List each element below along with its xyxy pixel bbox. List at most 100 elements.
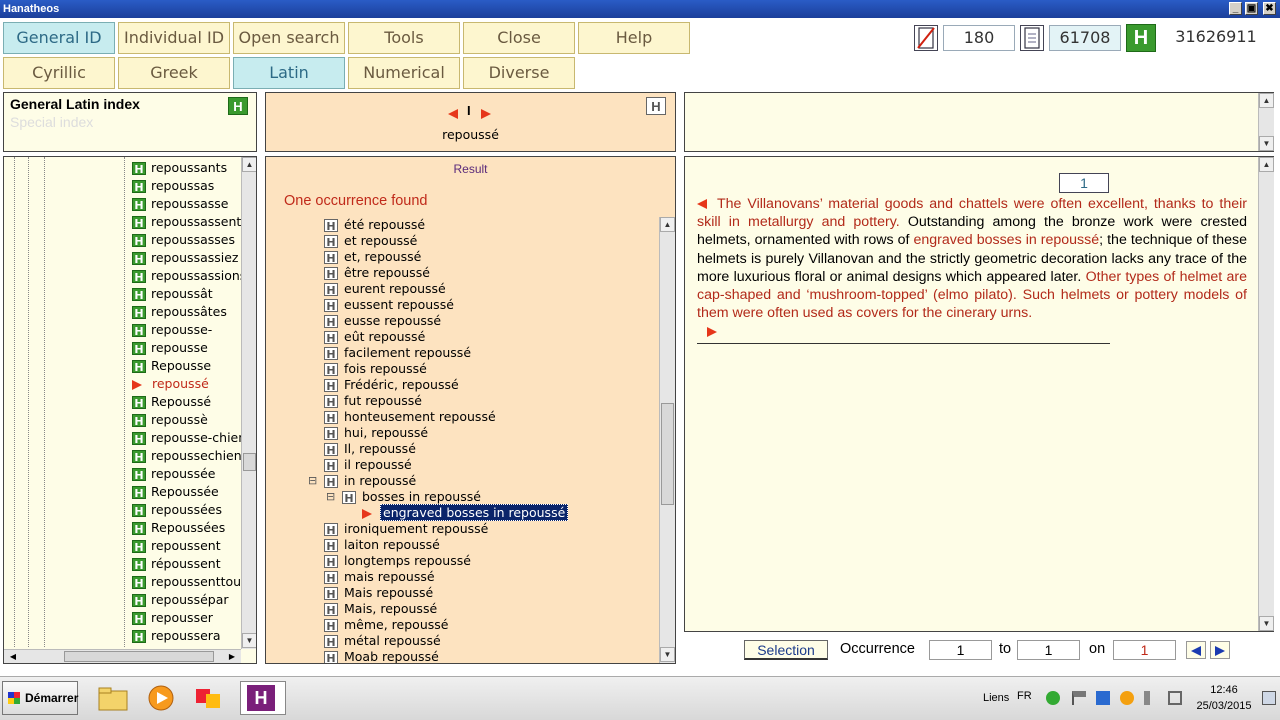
result-item[interactable]: Hmétal repoussé (324, 633, 441, 649)
result-item[interactable]: H Frédéric, repoussé (324, 377, 459, 393)
result-item[interactable]: Hhui, repoussé (324, 425, 428, 441)
scroll-up-icon[interactable]: ▲ (242, 157, 256, 172)
result-item[interactable]: Heusse repoussé (324, 313, 441, 329)
result-item[interactable]: Hlongtemps repoussé (324, 553, 471, 569)
index-title[interactable]: General Latin index (10, 96, 140, 112)
network-icon[interactable] (1096, 691, 1110, 705)
next-occurrence-icon[interactable] (707, 326, 717, 337)
scroll-up-icon[interactable]: ▲ (1259, 93, 1274, 108)
media-player-icon[interactable] (144, 683, 178, 713)
folder-icon[interactable] (96, 683, 130, 713)
scroll-up-icon[interactable]: ▲ (1259, 157, 1274, 172)
result-item[interactable]: Heurent repoussé (324, 281, 446, 297)
prev-occurrence-icon[interactable] (697, 199, 707, 210)
tab-individual-id[interactable]: Individual ID (118, 22, 230, 54)
result-item[interactable]: Heût repoussé (324, 329, 425, 345)
collapse-icon[interactable]: ⊟ (308, 473, 317, 489)
list-item[interactable]: Hrepoussassions (132, 267, 242, 285)
result-scrollbar[interactable]: ▲ ▼ (659, 217, 675, 663)
list-item[interactable]: Hrepoussent (132, 537, 221, 555)
subtab-latin[interactable]: Latin (233, 57, 345, 89)
prev-page-button[interactable] (1186, 641, 1206, 659)
scroll-left-icon[interactable]: ◀ (6, 651, 20, 663)
list-item[interactable]: Hrepoussâtes (132, 303, 227, 321)
list-item[interactable]: Hrepoussasse (132, 195, 228, 213)
scroll-down-icon[interactable]: ▼ (1259, 616, 1274, 631)
scroll-down-icon[interactable]: ▼ (242, 633, 256, 648)
word-list-scrollbar[interactable]: ▲ ▼ (241, 157, 256, 649)
result-item[interactable]: Hêtre repoussé (324, 265, 430, 281)
scroll-down-icon[interactable]: ▼ (1259, 136, 1274, 151)
list-item[interactable]: Hrepoussât (132, 285, 213, 303)
result-item[interactable]: H Mais repoussé (324, 585, 433, 601)
scroll-right-icon[interactable]: ▶ (225, 651, 239, 663)
list-item[interactable]: Hrepoussées (132, 501, 222, 519)
scroll-thumb[interactable] (243, 453, 256, 471)
result-item[interactable]: H Il, repoussé (324, 441, 416, 457)
list-item[interactable]: Hrepoussechien (132, 447, 242, 465)
scroll-up-icon[interactable]: ▲ (660, 217, 675, 232)
result-item[interactable]: Hfut repoussé (324, 393, 422, 409)
minimize-button[interactable]: _ (1229, 2, 1242, 15)
list-item[interactable]: H Repousse (132, 357, 211, 375)
list-item[interactable]: Hrepousse (132, 339, 208, 357)
subtab-greek[interactable]: Greek (118, 57, 230, 89)
result-item[interactable]: Hmême, repoussé (324, 617, 448, 633)
selection-button[interactable]: Selection (744, 640, 828, 660)
list-item[interactable]: Hrepoussera (132, 627, 221, 645)
result-item[interactable]: Hhonteusement repoussé (324, 409, 496, 425)
occurrence-from-input[interactable]: 1 (929, 640, 992, 660)
subtab-numerical[interactable]: Numerical (348, 57, 460, 89)
tab-close[interactable]: Close (463, 22, 575, 54)
list-item[interactable]: Hrepoussè (132, 411, 208, 429)
collapse-icon[interactable]: ⊟ (326, 489, 335, 505)
list-item[interactable]: Hrepousser (132, 609, 213, 627)
result-item[interactable]: Hironiquement repoussé (324, 521, 488, 537)
list-item[interactable]: Hrepoussenttout (132, 573, 242, 591)
list-item[interactable]: Hrépoussent (132, 555, 221, 573)
prev-word-icon[interactable] (448, 109, 458, 119)
result-item[interactable]: Hmais repoussé (324, 569, 435, 585)
start-button[interactable]: Démarrer (2, 681, 78, 715)
tab-help[interactable]: Help (578, 22, 690, 54)
show-desktop-icon[interactable] (1262, 691, 1276, 705)
scroll-thumb[interactable] (661, 403, 674, 505)
result-item[interactable]: H Mais, repoussé (324, 601, 437, 617)
h-icon[interactable]: H (228, 97, 248, 115)
result-item[interactable]: ⊟ Hin repoussé (308, 473, 416, 489)
next-word-icon[interactable] (481, 109, 491, 119)
list-item[interactable]: Hrepoussasses (132, 231, 235, 249)
list-item[interactable]: Hrepousse- (132, 321, 212, 339)
result-item[interactable]: engraved bosses in repoussé (362, 504, 569, 521)
list-item[interactable]: Hrepoussée (132, 465, 215, 483)
result-item[interactable]: H Moab repoussé (324, 649, 439, 663)
result-item[interactable]: Het repoussé (324, 233, 417, 249)
list-item[interactable]: Hrepoussépar (132, 591, 229, 609)
maximize-button[interactable]: ▣ (1245, 2, 1258, 15)
result-item[interactable]: Hfois repoussé (324, 361, 427, 377)
result-item[interactable]: Hil repoussé (324, 457, 412, 473)
text-scrollbar[interactable]: ▲ ▼ (1258, 157, 1274, 631)
header-scrollbar[interactable]: ▲ ▼ (1258, 93, 1274, 151)
hanatheos-task-button[interactable]: H (240, 681, 286, 715)
list-item[interactable]: repoussé (132, 375, 209, 393)
list-item[interactable]: Hrepoussassiez (132, 249, 239, 267)
display-icon[interactable] (1168, 691, 1182, 705)
occurrence-to-input[interactable]: 1 (1017, 640, 1080, 660)
result-item[interactable]: Hfacilement repoussé (324, 345, 471, 361)
list-item[interactable]: H Repoussées (132, 519, 225, 537)
no-document-icon[interactable] (914, 25, 938, 51)
result-item[interactable]: ⊟ Hbosses in repoussé (326, 489, 481, 505)
tab-open-search[interactable]: Open search (233, 22, 345, 54)
index-subtitle[interactable]: Special index (10, 114, 93, 130)
scroll-down-icon[interactable]: ▼ (660, 647, 675, 662)
links-label[interactable]: Liens (983, 692, 1009, 704)
shield-icon[interactable] (1046, 691, 1060, 705)
tab-tools[interactable]: Tools (348, 22, 460, 54)
hscroll-thumb[interactable] (64, 651, 214, 662)
language-indicator[interactable]: FR (1017, 690, 1032, 702)
update-icon[interactable] (1120, 691, 1134, 705)
clock-time[interactable]: 12:46 (1196, 684, 1252, 696)
result-item[interactable]: Heussent repoussé (324, 297, 454, 313)
list-item[interactable]: Hrepoussants (132, 159, 227, 177)
